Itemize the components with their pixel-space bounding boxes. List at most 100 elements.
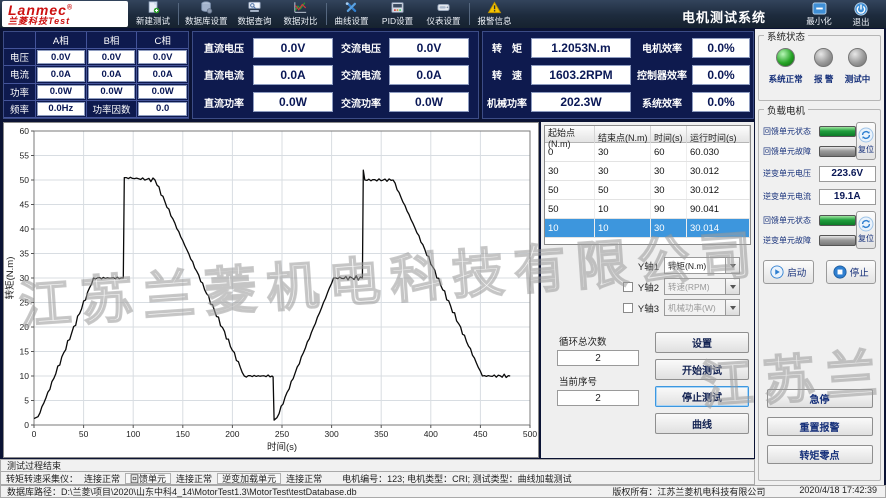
system-status-group: 系统状态 系统正常 报 警 测试中	[758, 35, 881, 101]
y3-checkbox[interactable]	[623, 303, 633, 313]
inverter-voltage-value: 223.6V	[819, 166, 877, 182]
fault-bar-gray	[819, 146, 856, 157]
table-cell: 60.030	[687, 143, 750, 161]
start-button[interactable]: 启动	[763, 260, 814, 284]
db-settings-button[interactable]: 数据库设置	[181, 0, 232, 28]
mechanical-panel: 转 矩 1.2053N.m 电机效率 0.0% 转 速 1603.2RPM 控制…	[482, 31, 754, 119]
phase-measurement-panel: A相 B相 C相 电压 0.0V 0.0V 0.0V 电流 0.0A 0.0A …	[3, 31, 189, 119]
reset-button-1[interactable]: 复位	[856, 122, 876, 160]
table-cell: 90	[651, 200, 687, 218]
dc-voltage-value: 0.0V	[253, 38, 334, 58]
safety-buttons: 急停 重置报警 转矩零点	[763, 389, 876, 464]
stop-button[interactable]: 停止	[826, 260, 877, 284]
svg-text:500: 500	[523, 429, 537, 439]
reset-alarm-button[interactable]: 重置报警	[767, 417, 873, 436]
status-bar-green	[819, 126, 856, 137]
corner-cell	[4, 32, 36, 49]
table-cell: 30	[545, 162, 595, 180]
mech-power-value: 202.3W	[531, 92, 631, 112]
dc-power-value: 0.0W	[253, 92, 334, 112]
inverter-current-row: 逆变单元电流 19.1A	[763, 186, 876, 207]
table-cell: 30.014	[687, 219, 750, 237]
data-query-button[interactable]: 数据查询	[232, 0, 278, 28]
play-icon	[770, 265, 784, 279]
svg-text:0: 0	[32, 429, 37, 439]
pf-value: 0.0	[138, 102, 187, 116]
table-cell: 30	[651, 162, 687, 180]
row-label: 功率	[4, 84, 36, 101]
pid-settings-button[interactable]: PID设置	[375, 0, 421, 28]
connection-status-bar: 转矩转速采集仪： 连接正常 回馈单元 连接正常 逆变加载单元 连接正常 电机编号…	[0, 471, 755, 485]
controller-efficiency-value: 0.0%	[692, 65, 750, 85]
chevron-down-icon	[725, 279, 739, 294]
settings-button[interactable]: 设置	[655, 332, 749, 353]
table-row[interactable]: 50109090.041	[545, 200, 750, 219]
reset-button-2[interactable]: 复位	[856, 211, 876, 249]
col-header: C相	[137, 32, 188, 49]
conn3-status: 连接正常	[285, 472, 323, 485]
pf-label: 功率因数	[87, 101, 138, 118]
ac-current-value: 0.0A	[389, 65, 470, 85]
inverter-current-value: 19.1A	[819, 189, 877, 205]
stop-test-button[interactable]: 停止测试	[655, 386, 749, 407]
curve-button[interactable]: 曲线	[655, 413, 749, 434]
svg-text:30: 30	[20, 273, 30, 283]
table-cell: 60	[651, 143, 687, 161]
table-cell: 10	[595, 219, 651, 237]
phase-value: 0.0W	[138, 85, 187, 99]
x-axis-label: 时间(s)	[267, 441, 297, 453]
table-cell: 50	[545, 181, 595, 199]
data-compare-button[interactable]: 数据对比	[278, 0, 324, 28]
svg-text:400: 400	[424, 429, 438, 439]
conn1-status: 连接正常	[83, 472, 121, 485]
led-system-ok: 系统正常	[769, 48, 803, 85]
torque-zero-button[interactable]: 转矩零点	[767, 445, 873, 464]
dcac-measurement-panel: 直流电压 0.0V 交流电压 0.0V 直流电流 0.0A 交流电流 0.0A …	[192, 31, 479, 119]
table-row[interactable]: 50503030.012	[545, 181, 750, 200]
phase-value: 0.0V	[88, 50, 136, 64]
y2-axis-row: Y轴2 转速(RPM)	[541, 276, 754, 297]
cycle-info: 循环总次数 2 当前序号 2	[557, 332, 651, 434]
power-icon	[854, 2, 868, 16]
svg-text:100: 100	[126, 429, 140, 439]
table-row[interactable]: 30303030.012	[545, 162, 750, 181]
minimize-button[interactable]: 最小化	[798, 1, 840, 28]
y2-checkbox[interactable]	[623, 282, 633, 292]
test-control-panel: 起始点(N.m) 结束点(N.m) 时间(s) 运行时间(s) 0306060.…	[541, 122, 754, 458]
table-cell: 0	[545, 143, 595, 161]
svg-text:15: 15	[20, 347, 30, 357]
system-efficiency-value: 0.0%	[692, 92, 750, 112]
window-title: 电机测试系统	[682, 7, 766, 26]
new-test-icon	[146, 1, 161, 14]
svg-text:35: 35	[20, 249, 30, 259]
test-point-rows: 0306060.03030303030.01250503030.01250109…	[545, 143, 750, 238]
start-test-button[interactable]: 开始测试	[655, 359, 749, 380]
y-axis-label: 转矩(N.m)	[4, 257, 16, 300]
table-cell: 30.012	[687, 181, 750, 199]
y1-axis-row: Y轴1 转矩(N.m)	[541, 255, 754, 276]
toolbar-separator	[469, 3, 470, 25]
db-path: D:\兰菱\项目\2020\山东中科4_14\MotorTest1.3\Moto…	[61, 485, 357, 498]
y2-axis-select[interactable]: 转速(RPM)	[664, 278, 740, 295]
emergency-stop-button[interactable]: 急停	[767, 389, 873, 408]
svg-text:10: 10	[20, 371, 30, 381]
col-header: B相	[87, 32, 138, 49]
table-row[interactable]: 0306060.030	[545, 143, 750, 162]
svg-text:20: 20	[20, 322, 30, 332]
load-motor-group: 负载电机 回馈单元状态 回馈单元故障	[758, 109, 881, 481]
table-cell: 30	[651, 181, 687, 199]
chart-canvas: 0501001502002503003504004505000510152025…	[4, 123, 538, 457]
curve-settings-button[interactable]: 曲线设置	[329, 0, 375, 28]
bottom-status-bar: 数据库路径： D:\兰菱\项目\2020\山东中科4_14\MotorTest1…	[0, 485, 886, 498]
exit-button[interactable]: 退出	[840, 1, 882, 28]
y1-axis-select[interactable]: 转矩(N.m)	[664, 257, 740, 274]
y3-axis-select[interactable]: 机械功率(W)	[664, 299, 740, 316]
row-label: 频率	[4, 101, 36, 118]
phase-value: 0.0V	[37, 50, 85, 64]
table-cell: 10	[595, 200, 651, 218]
meter-settings-button[interactable]: 仪表设置	[421, 0, 467, 28]
alarm-info-button[interactable]: 报警信息	[472, 0, 518, 28]
svg-text:25: 25	[20, 298, 30, 308]
table-row[interactable]: 10103030.014	[545, 219, 750, 238]
new-test-button[interactable]: 新建测试	[130, 0, 176, 28]
